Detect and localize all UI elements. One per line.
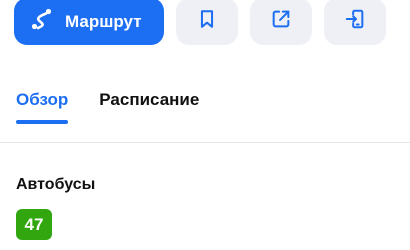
active-tab-indicator [16, 120, 69, 124]
tab-schedule-label: Расписание [99, 90, 200, 109]
bus-route-badge[interactable]: 47 [16, 209, 52, 240]
send-to-phone-button[interactable] [324, 0, 386, 45]
section-divider [0, 142, 410, 143]
tab-overview[interactable]: Обзор [16, 88, 69, 124]
buses-section-title: Автобусы [16, 176, 96, 193]
tab-bar: Обзор Расписание [16, 88, 199, 124]
tab-overview-label: Обзор [16, 90, 69, 109]
bookmark-button[interactable] [176, 0, 238, 45]
share-button[interactable] [250, 0, 312, 45]
route-icon [30, 7, 54, 36]
bookmark-icon [196, 8, 218, 35]
route-button[interactable]: Маршрут [14, 0, 164, 45]
share-icon [270, 8, 292, 35]
route-button-label: Маршрут [65, 11, 142, 31]
tab-schedule[interactable]: Расписание [99, 88, 199, 124]
send-to-phone-icon [344, 8, 366, 35]
action-bar: Маршрут [14, 0, 386, 50]
